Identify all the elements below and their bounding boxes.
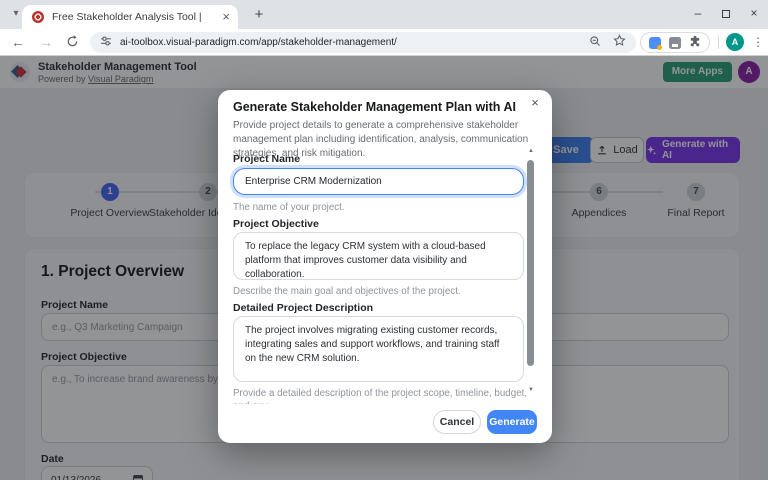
maximize-button[interactable] — [712, 0, 740, 29]
window-controls: – × — [684, 0, 768, 29]
tab-favicon — [32, 11, 44, 23]
modal-detailed-description-help: Provide a detailed description of the pr… — [233, 387, 528, 404]
maximize-icon — [722, 10, 730, 18]
modal-project-objective-label: Project Objective — [233, 218, 319, 230]
generate-plan-modal: × Generate Stakeholder Management Plan w… — [218, 90, 552, 443]
browser-profile-avatar[interactable]: A — [726, 33, 744, 51]
toolbar-divider — [718, 36, 719, 49]
help-line-1: Provide a detailed description of the pr… — [233, 387, 528, 404]
site-settings-icon[interactable] — [100, 34, 112, 52]
modal-project-name-label: Project Name — [233, 153, 300, 165]
browser-toolbar: ← → ai-toolbox.visual-paradigm.com/app/s… — [0, 29, 768, 56]
extensions-puzzle-icon[interactable] — [689, 34, 701, 52]
tab-close-icon[interactable]: × — [222, 11, 230, 23]
modal-detailed-description-label: Detailed Project Description — [233, 302, 373, 314]
window-close-button[interactable]: × — [740, 0, 768, 29]
new-tab-button[interactable]: + — [250, 6, 268, 23]
zoom-out-icon[interactable] — [589, 34, 601, 52]
url-bar[interactable]: ai-toolbox.visual-paradigm.com/app/stake… — [90, 32, 636, 53]
browser-tab[interactable]: Free Stakeholder Analysis Tool | × — [22, 5, 238, 29]
extensions-pill — [640, 32, 710, 53]
modal-close-icon[interactable]: × — [528, 95, 542, 111]
modal-project-name-input[interactable] — [233, 168, 524, 195]
tab-strip: ▾ Free Stakeholder Analysis Tool | × + –… — [0, 0, 768, 29]
extension-icon[interactable] — [649, 37, 661, 49]
modal-scrollbar-thumb[interactable] — [527, 160, 534, 366]
reload-button[interactable] — [66, 35, 79, 53]
minimize-button[interactable]: – — [684, 0, 712, 29]
browser-window: ▾ Free Stakeholder Analysis Tool | × + –… — [0, 0, 768, 480]
browser-menu-icon[interactable]: ⋮ — [751, 33, 765, 51]
generate-button[interactable]: Generate — [487, 410, 537, 434]
page-viewport: Stakeholder Management Tool Powered by V… — [0, 56, 768, 480]
tab-title: Free Stakeholder Analysis Tool | — [52, 11, 218, 23]
modal-title: Generate Stakeholder Management Plan wit… — [233, 100, 516, 114]
modal-detailed-description-textarea[interactable]: The project involves migrating existing … — [233, 316, 524, 382]
cancel-button[interactable]: Cancel — [433, 410, 481, 434]
forward-button[interactable]: → — [36, 32, 56, 52]
extension-icon[interactable] — [669, 37, 681, 49]
modal-project-objective-help: Describe the main goal and objectives of… — [233, 286, 461, 297]
back-button[interactable]: ← — [8, 32, 28, 52]
modal-project-name-help: The name of your project. — [233, 202, 345, 213]
modal-project-objective-textarea[interactable]: To replace the legacy CRM system with a … — [233, 232, 524, 280]
modal-scroll-down-icon[interactable]: ▼ — [526, 387, 536, 393]
bookmark-star-icon[interactable] — [613, 34, 626, 52]
url-text: ai-toolbox.visual-paradigm.com/app/stake… — [120, 37, 589, 48]
modal-scroll-up-icon[interactable]: ▲ — [526, 148, 536, 154]
